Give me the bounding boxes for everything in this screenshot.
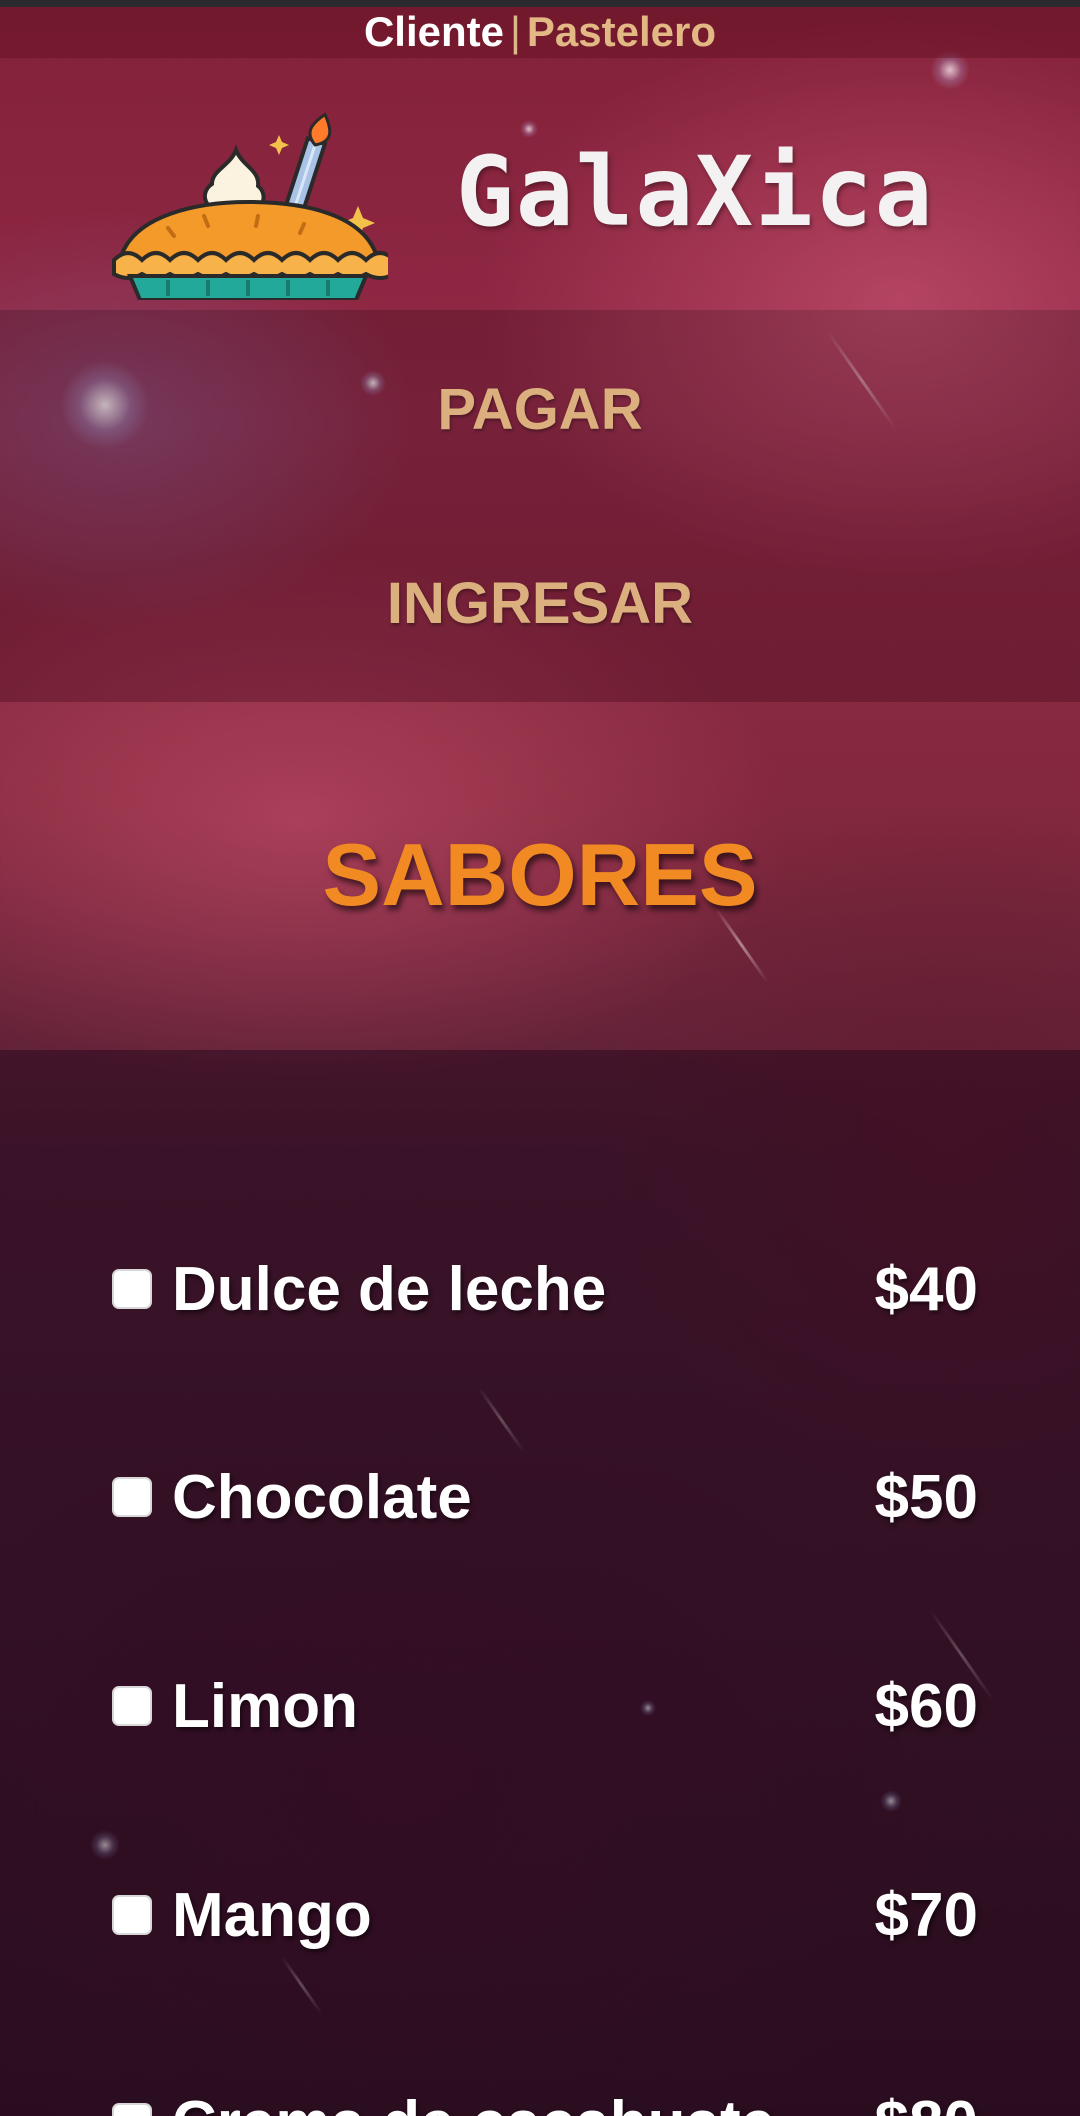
section-header: SABORES — [0, 702, 1080, 1050]
main-navigation: PAGAR INGRESAR — [0, 310, 1080, 702]
flavor-checkbox[interactable] — [112, 1686, 152, 1726]
flavor-checkbox[interactable] — [112, 1895, 152, 1935]
section-title: SABORES — [322, 825, 758, 924]
role-separator: | — [510, 8, 521, 55]
flavor-name: Chocolate — [172, 1463, 472, 1532]
flavor-name: Crema de cacahuate — [172, 2088, 775, 2116]
role-switcher-bar: Cliente | Pastelero — [0, 0, 1080, 58]
brand-name[interactable]: GalaXica — [456, 136, 934, 248]
flavor-price: $40 — [874, 1255, 978, 1324]
pie-with-candle-icon[interactable] — [108, 110, 396, 302]
flavor-list: Dulce de leche $40 Chocolate $50 Limon $… — [0, 1050, 1080, 2116]
flavor-item[interactable]: Dulce de leche $40 — [112, 1250, 978, 1330]
flavor-price: $60 — [874, 1672, 978, 1741]
flavor-item[interactable]: Limon $60 — [112, 1667, 978, 1747]
flavor-checkbox[interactable] — [112, 2103, 152, 2116]
flavor-item[interactable]: Mango $70 — [112, 1876, 978, 1956]
flavor-checkbox[interactable] — [112, 1477, 152, 1517]
site-header: GalaXica — [0, 58, 1080, 310]
nav-ingresar-link[interactable]: INGRESAR — [0, 570, 1080, 637]
cliente-link[interactable]: Cliente — [364, 8, 504, 55]
flavor-item[interactable]: Crema de cacahuate $80 — [112, 2084, 978, 2116]
flavor-price: $80 — [875, 2088, 978, 2116]
flavor-name: Limon — [172, 1672, 358, 1741]
nav-pagar-link[interactable]: PAGAR — [0, 376, 1080, 443]
flavor-price: $50 — [874, 1463, 978, 1532]
flavor-name: Mango — [172, 1881, 372, 1950]
flavor-checkbox[interactable] — [112, 1269, 152, 1309]
pastelero-link[interactable]: Pastelero — [527, 8, 716, 55]
flavor-item[interactable]: Chocolate $50 — [112, 1458, 978, 1538]
flavor-price: $70 — [874, 1881, 978, 1950]
flavor-name: Dulce de leche — [172, 1255, 607, 1324]
